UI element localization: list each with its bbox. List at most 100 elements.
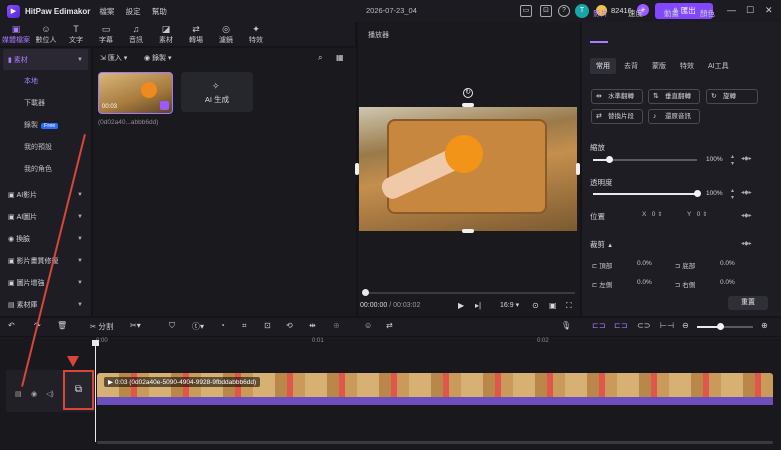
subtab-effects[interactable]: 特效 [674,58,700,74]
cart-icon[interactable]: ⊡ [540,5,552,17]
minimize-icon[interactable]: — [727,5,736,15]
rotate-button[interactable]: ↻ 旋轉 [706,89,758,104]
media-thumbnail[interactable]: 00:03 [98,72,173,114]
category-ai-video[interactable]: ▣ AI影片 ▼ [3,184,88,205]
visibility-icon[interactable]: ◉ [31,390,37,398]
opacity-stepper-icon[interactable]: ▴ ▾ [731,187,734,201]
opacity-value[interactable]: 100% [706,190,723,197]
link-icon[interactable]: ⊏⊐ [614,321,627,330]
target-icon[interactable]: ⊕ [333,321,340,330]
quality-icon[interactable]: ▣ [549,301,557,310]
tab-text[interactable]: T 文字 [62,22,90,46]
tab-filter[interactable]: ◎ 濾鏡 [212,22,240,46]
tab-sticker[interactable]: ◪ 素材 [152,22,180,46]
reset-button[interactable]: 重置 [728,296,768,310]
tab-color[interactable]: 顏色 [700,8,715,19]
category-face-swap[interactable]: ◉ 換臉 ▼ [3,228,88,249]
snap-icon[interactable]: ⊏⊐ [592,321,605,330]
delete-icon[interactable]: 🗑 [57,321,67,330]
tab-music[interactable]: ♫ 音訊 [122,22,150,46]
undo-icon[interactable]: ↶ [8,321,15,330]
video-preview[interactable] [359,107,577,231]
import-button[interactable]: ⇲ 匯入 ▾ [100,53,127,63]
crop-bottom-field[interactable]: ⊐ 底部 0.0% [675,260,745,273]
ai-generate-button[interactable]: ✧ AI 生成 [181,72,253,112]
maximize-icon[interactable]: ☐ [746,5,754,15]
timeline-ruler[interactable]: 0:00 0:01 0:02 [95,337,781,349]
sub-item-local[interactable]: 本地 [0,71,91,93]
resize-handle-left[interactable] [355,163,359,175]
tab-speed[interactable]: 速度 [628,8,643,19]
grid-view-icon[interactable]: ▦ [336,53,344,62]
crop-section-header[interactable]: 裁剪 ▲ [590,239,613,250]
tab-effects[interactable]: ✦ 特效 [242,22,270,46]
rotate-handle-icon[interactable]: ↻ [463,88,473,98]
freeze-frame-icon[interactable]: ⊡ [264,321,271,330]
scale-keyframe-icon[interactable]: ◂◆▸ [741,155,752,162]
flip-horizontal-button[interactable]: ⇹ 水準翻轉 [591,89,643,104]
close-icon[interactable]: ✕ [765,5,773,15]
shield-icon[interactable]: ⛉ [169,321,175,331]
opacity-slider-knob[interactable] [694,190,701,197]
reverse-icon[interactable]: ⟲ [286,321,293,330]
sub-item-record[interactable]: 錄製 Free [0,115,91,137]
opacity-keyframe-icon[interactable]: ◂◆▸ [741,189,752,196]
mirror-icon[interactable]: ⇹ [309,321,316,330]
microphone-icon[interactable]: 🎙 [561,321,571,330]
crop-left-field[interactable]: ⊏ 左側 0.0% [592,279,662,292]
replace-clip-button[interactable]: ⇄ 替換片段 [591,109,643,124]
next-frame-icon[interactable]: ▸| [475,301,481,310]
avatar[interactable]: T [575,4,589,18]
tab-video[interactable]: 影片 [593,8,608,19]
audio-track-icon[interactable]: ◁) [46,390,54,398]
resize-handle-right[interactable] [576,163,580,175]
zoom-slider[interactable] [697,326,753,328]
position-keyframe-icon[interactable]: ◂◆▸ [741,212,752,219]
tab-person[interactable]: ☺ 數位人 [32,22,60,46]
aspect-ratio-select[interactable]: 16:9 ▾ [500,301,519,309]
menu-help[interactable]: 幫助 [152,7,167,16]
playback-scrubber[interactable] [362,289,369,296]
zoom-in-icon[interactable]: ⊕ [761,321,768,330]
category-library[interactable]: ▤ 素材庫 ▼ [3,294,88,315]
subtab-remove-bg[interactable]: 去背 [618,58,644,74]
play-icon[interactable]: ▶ [458,301,464,310]
position-x-field[interactable]: X 0 ⇕ [642,211,662,218]
crop-keyframe-icon[interactable]: ◂◆▸ [741,240,752,247]
replace-tool-icon[interactable]: ⇄ [386,321,393,330]
record-button[interactable]: ◉ 錄製 ▾ [144,53,172,63]
cover-image-button[interactable]: ⧉ [63,370,94,410]
crop-top-field[interactable]: ⊏ 頂部 0.0% [592,260,662,273]
chain-icon[interactable]: ⊂⊃ [637,321,650,330]
position-x-stepper-icon[interactable]: ⇕ [657,212,662,218]
text-tool-icon[interactable]: ⓣ▾ [192,321,204,332]
zoom-out-icon[interactable]: ⊖ [682,321,689,330]
subtab-mask[interactable]: 蒙版 [646,58,672,74]
restore-audio-button[interactable]: ♪ 還原音訊 [648,109,700,124]
help-icon[interactable]: ? [558,5,570,17]
zoom-slider-knob[interactable] [717,323,724,330]
playhead-handle[interactable] [92,340,99,346]
snapshot-icon[interactable]: ⊙ [532,301,539,310]
position-y-field[interactable]: Y 0 ⇕ [687,211,707,218]
resize-handle-top[interactable] [462,103,474,107]
resize-handle-bottom[interactable] [462,229,474,233]
scale-stepper-icon[interactable]: ▴ ▾ [731,153,734,167]
menu-file[interactable]: 檔案 [99,7,114,16]
scale-slider-knob[interactable] [605,156,613,163]
subtab-common[interactable]: 常用 [590,58,616,74]
playback-progress-bar[interactable] [365,292,575,294]
project-name[interactable]: 2026-07-23_04 [366,6,417,15]
search-icon[interactable]: ⌕ [318,53,322,63]
tab-folder[interactable]: ▣ 媒體檔案 [2,22,30,46]
position-y-stepper-icon[interactable]: ⇕ [702,212,707,218]
tab-subtitle[interactable]: ▭ 字幕 [92,22,120,46]
category-assets[interactable]: ▮ 素材 ▼ [3,49,88,70]
sub-item-downloader[interactable]: 下載器 [0,93,91,115]
category-video-enhance[interactable]: ▣ 影片畫質修復 ▼ [3,250,88,271]
crop-icon[interactable]: ⌗ [242,321,247,331]
flip-vertical-button[interactable]: ⇅ 垂直翻轉 [648,89,700,104]
tab-animation[interactable]: 動畫 [664,8,679,19]
save-track-icon[interactable]: ▤ [15,390,22,398]
face-tool-icon[interactable]: ☺ [364,321,372,330]
